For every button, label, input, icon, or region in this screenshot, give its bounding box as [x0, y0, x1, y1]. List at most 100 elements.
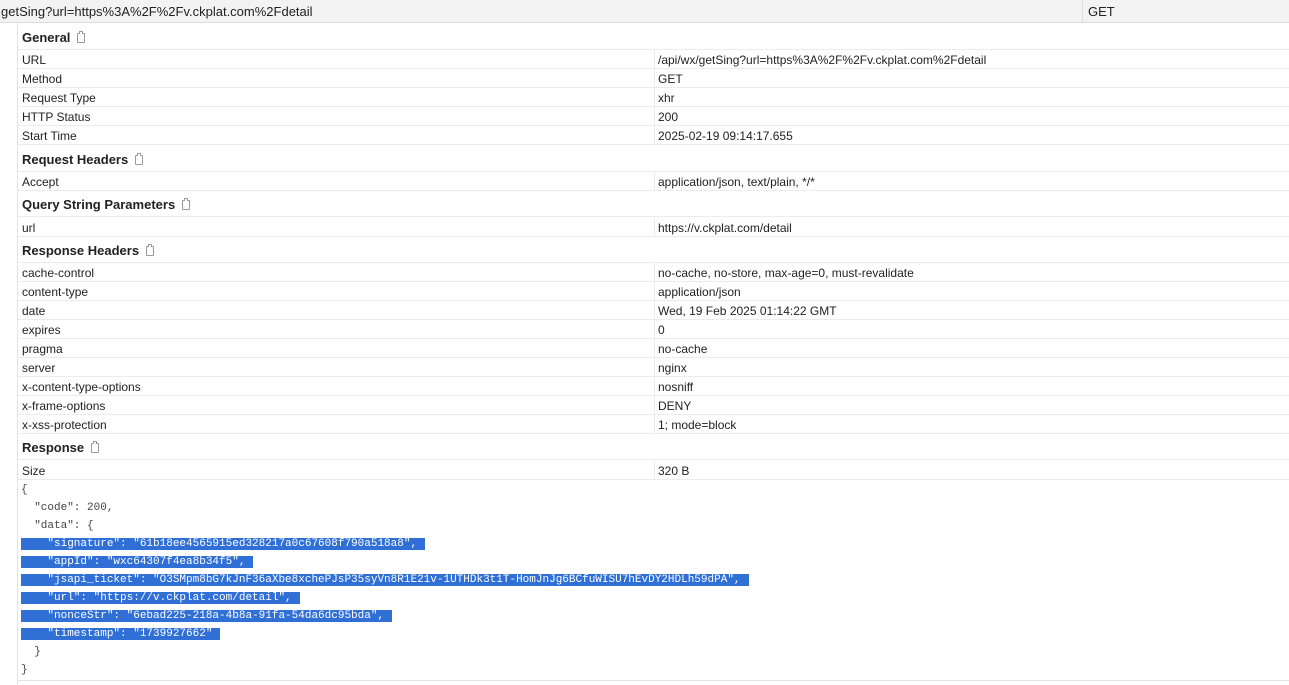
clipboard-icon[interactable]: [77, 31, 86, 43]
row-value: no-cache: [658, 342, 708, 356]
column-divider: [654, 396, 655, 415]
request-name: getSing?url=https%3A%2F%2Fv.ckplat.com%2…: [1, 4, 313, 19]
row-value: 0: [658, 323, 665, 337]
selected-code-text: "signature": "61b18ee4565915ed328217a0c6…: [47, 538, 426, 550]
clipboard-icon[interactable]: [182, 198, 191, 210]
row-key: date: [22, 304, 46, 318]
column-divider: [654, 218, 655, 237]
row-value: nosniff: [658, 380, 694, 394]
code-line: "url": "https://v.ckplat.com/detail",: [21, 589, 749, 607]
row-key: x-content-type-options: [22, 380, 141, 394]
code-line: "code": 200,: [21, 499, 749, 517]
row-key: cache-control: [22, 266, 95, 280]
table-row: x-xss-protection 1; mode=block: [18, 415, 1289, 434]
selected-code-text: "appId": "wxc64307f4ea8b34f5",: [47, 556, 254, 568]
row-value: 2025-02-19 09:14:17.655: [658, 129, 793, 143]
code-line: "jsapi_ticket": "O3SMpm8bG7kJnF36aXbe8xc…: [21, 571, 749, 589]
section-title-text: General: [22, 30, 71, 45]
code-line: "timestamp": "1739927662": [21, 625, 749, 643]
section-title-text: Request Headers: [22, 152, 129, 167]
table-row: Accept application/json, text/plain, */*: [18, 172, 1289, 191]
row-key: Size: [22, 464, 46, 478]
response-body[interactable]: { "code": 200, "data": { "signature": "6…: [21, 481, 749, 679]
selected-code-text: "url": "https://v.ckplat.com/detail",: [47, 592, 300, 604]
code-line: "appId": "wxc64307f4ea8b34f5",: [21, 553, 749, 571]
column-divider: [654, 461, 655, 480]
row-value: application/json, text/plain, */*: [658, 175, 815, 189]
table-row: pragma no-cache: [18, 339, 1289, 358]
table-row: x-frame-options DENY: [18, 396, 1289, 415]
clipboard-icon[interactable]: [91, 441, 100, 453]
section-title: Response Headers: [22, 243, 155, 258]
table-row: URL/api/wx/getSing?url=https%3A%2F%2Fv.c…: [18, 50, 1289, 69]
request-method: GET: [1088, 4, 1115, 19]
selected-code-text: "jsapi_ticket": "O3SMpm8bG7kJnF36aXbe8xc…: [47, 574, 749, 586]
row-key: url: [22, 221, 36, 235]
row-key: x-xss-protection: [22, 418, 107, 432]
table-row: cache-control no-cache, no-store, max-age…: [18, 263, 1289, 282]
clipboard-icon[interactable]: [135, 153, 144, 165]
section-query-params[interactable]: Query String Parameters: [18, 190, 1289, 217]
section-request-headers[interactable]: Request Headers: [18, 145, 1289, 172]
row-key: pragma: [22, 342, 63, 356]
code-text: "data": {: [21, 520, 94, 532]
table-row: expires 0: [18, 320, 1289, 339]
table-row: url https://v.ckplat.com/detail: [18, 218, 1289, 237]
code-line: }: [21, 661, 749, 679]
column-divider: [654, 107, 655, 126]
table-row: x-content-type-options nosniff: [18, 377, 1289, 396]
row-value: /api/wx/getSing?url=https%3A%2F%2Fv.ckpl…: [658, 53, 987, 67]
column-divider: [654, 415, 655, 434]
table-row: Start Time 2025-02-19 09:14:17.655: [18, 126, 1289, 145]
table-row: Request Type xhr: [18, 88, 1289, 107]
row-value: 320 B: [658, 464, 690, 478]
code-line: }: [21, 643, 749, 661]
section-title-text: Response: [22, 440, 85, 455]
selection-indent: [21, 610, 48, 622]
row-value: GET: [658, 72, 683, 86]
panel-bottom-border: [17, 680, 1289, 681]
section-title-text: Query String Parameters: [22, 197, 176, 212]
row-key: content-type: [22, 285, 89, 299]
selection-indent: [21, 538, 48, 550]
code-text: "code": 200,: [21, 502, 114, 514]
row-key: Accept: [22, 175, 59, 189]
row-key: Method: [22, 72, 63, 86]
code-text: {: [21, 484, 28, 496]
column-divider: [654, 172, 655, 191]
row-key: HTTP Status: [22, 110, 91, 124]
table-row: Method GET: [18, 69, 1289, 88]
section-general[interactable]: General: [18, 23, 1289, 50]
code-line: "nonceStr": "6ebad225-218a-4b8a-91fa-54d…: [21, 607, 749, 625]
column-divider: [654, 50, 655, 69]
row-key: Start Time: [22, 129, 77, 143]
clipboard-icon[interactable]: [146, 244, 155, 256]
section-title: Response: [22, 440, 100, 455]
row-value: application/json: [658, 285, 741, 299]
column-divider: [654, 377, 655, 396]
selection-indent: [21, 628, 48, 640]
code-text: }: [21, 664, 28, 676]
selected-code-text: "timestamp": "1739927662": [47, 628, 221, 640]
table-row: content-type application/json: [18, 282, 1289, 301]
row-value: DENY: [658, 399, 692, 413]
section-title: Request Headers: [22, 152, 144, 167]
row-value: Wed, 19 Feb 2025 01:14:22 GMT: [658, 304, 837, 318]
table-row: Size 320 B: [18, 461, 1289, 480]
code-line: "signature": "61b18ee4565915ed328217a0c6…: [21, 535, 749, 553]
row-value: no-cache, no-store, max-age=0, must-reva…: [658, 266, 914, 280]
column-divider: [1082, 0, 1083, 23]
row-value: 1; mode=block: [658, 418, 737, 432]
row-value: https://v.ckplat.com/detail: [658, 221, 792, 235]
column-divider: [654, 263, 655, 282]
selection-indent: [21, 592, 48, 604]
section-title: General: [22, 30, 86, 45]
column-divider: [654, 88, 655, 107]
table-row: date Wed, 19 Feb 2025 01:14:22 GMT: [18, 301, 1289, 320]
section-response-headers[interactable]: Response Headers: [18, 236, 1289, 263]
row-value: xhr: [658, 91, 675, 105]
request-summary-bar[interactable]: getSing?url=https%3A%2F%2Fv.ckplat.com%2…: [0, 0, 1289, 23]
selection-indent: [21, 556, 48, 568]
section-response[interactable]: Response: [18, 433, 1289, 460]
column-divider: [654, 339, 655, 358]
